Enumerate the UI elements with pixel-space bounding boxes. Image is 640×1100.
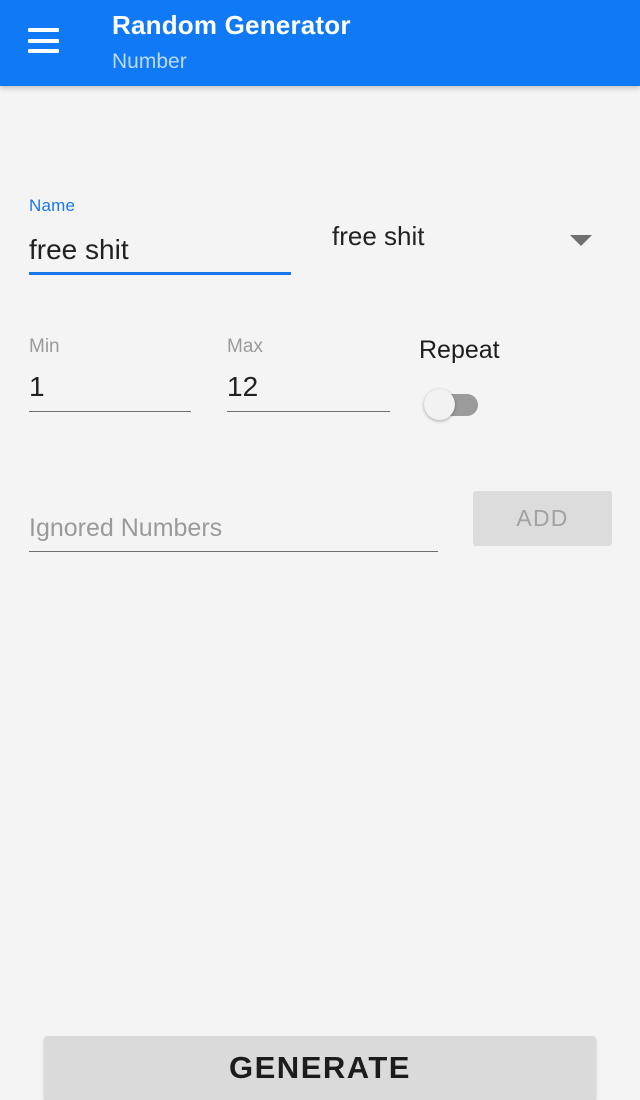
hamburger-bar-2 bbox=[28, 38, 59, 43]
app-subtitle: Number bbox=[112, 50, 187, 73]
max-input-underline bbox=[227, 411, 390, 412]
max-input[interactable] bbox=[227, 366, 390, 408]
repeat-toggle[interactable] bbox=[424, 388, 478, 420]
preset-spinner[interactable]: free shit bbox=[320, 218, 610, 264]
hamburger-bar-3 bbox=[28, 49, 59, 53]
min-input-underline bbox=[29, 411, 191, 412]
ignored-numbers-field bbox=[29, 506, 438, 552]
ignored-numbers-input[interactable] bbox=[29, 506, 438, 550]
add-button[interactable]: ADD bbox=[473, 491, 612, 546]
ignored-numbers-underline bbox=[29, 551, 438, 552]
app-title: Random Generator bbox=[112, 10, 351, 40]
name-input[interactable] bbox=[29, 227, 291, 272]
hamburger-menu-icon[interactable] bbox=[28, 28, 59, 53]
chevron-down-icon bbox=[570, 235, 592, 246]
name-field-label: Name bbox=[29, 196, 76, 215]
repeat-toggle-thumb bbox=[424, 389, 455, 420]
preset-spinner-value: free shit bbox=[332, 221, 425, 251]
repeat-label: Repeat bbox=[419, 336, 500, 364]
hamburger-bar-1 bbox=[28, 28, 59, 32]
generate-button[interactable]: GENERATE bbox=[44, 1036, 596, 1100]
main-content: Name free shit Min Max Repeat ADD GENERA… bbox=[0, 86, 640, 1100]
app-bar: Random Generator Number bbox=[0, 0, 640, 86]
min-input[interactable] bbox=[29, 366, 191, 408]
min-field-label: Min bbox=[29, 336, 60, 357]
name-input-underline bbox=[29, 272, 291, 275]
max-field-label: Max bbox=[227, 336, 263, 357]
